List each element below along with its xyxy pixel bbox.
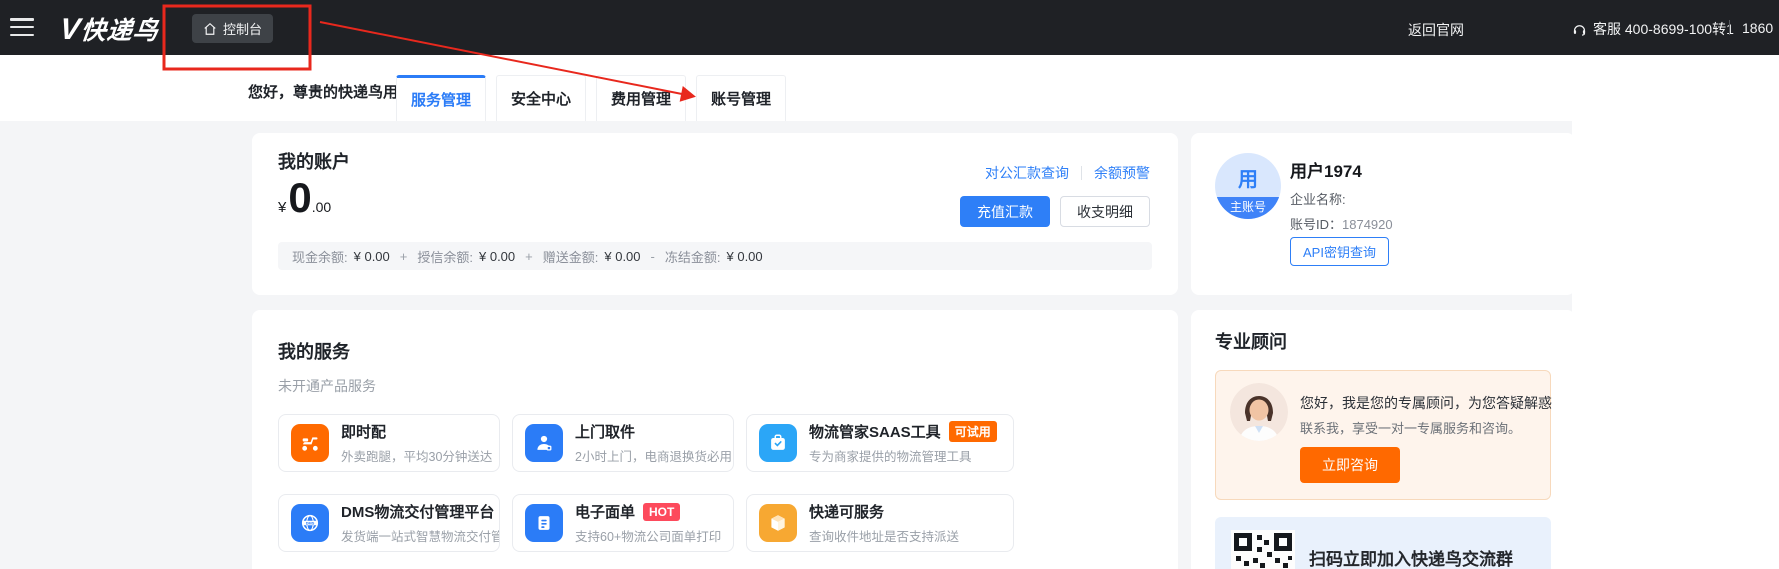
services-grid: 即时配 外卖跑腿，平均30分钟送达 上门取件 2小时上门，电商退换货必用 (278, 414, 1014, 552)
document-icon (525, 504, 563, 542)
advisor-line1: 您好，我是您的专属顾问，为您答疑解惑 (1300, 393, 1552, 413)
balance-integer: 0 (288, 177, 311, 219)
my-account-card: 我的账户 对公汇款查询 余额预警 ¥ 0 .00 充值汇款 收支明细 现金余额:… (252, 133, 1178, 295)
frozen-amount-value: ¥ 0.00 (727, 249, 763, 264)
service-text: 上门取件 2小时上门，电商退换货必用 (575, 421, 732, 465)
service-name: 即时配 (341, 421, 386, 442)
operator: + (525, 249, 533, 264)
avatar-char: 用 (1215, 163, 1281, 192)
top-header: V快递鸟 控制台 返回官网 客服 400-8699-100转1 1860 (0, 0, 1779, 55)
advisor-avatar (1230, 383, 1288, 441)
service-text: 即时配 外卖跑腿，平均30分钟送达 (341, 421, 492, 465)
account-id-value: 1874920 (1342, 217, 1393, 232)
tab-account-management[interactable]: 账号管理 (696, 75, 786, 121)
tab-service-management[interactable]: 服务管理 (396, 75, 486, 121)
service-name: 上门取件 (575, 421, 635, 442)
consult-now-button[interactable]: 立即咨询 (1300, 447, 1400, 483)
header-right: 返回官网 客服 400-8699-100转1 1860 (0, 0, 1779, 55)
account-phone-text[interactable]: 1860 (1742, 20, 1773, 36)
service-text: 电子面单 HOT 支持60+物流公司面单打印 (575, 501, 721, 545)
tab-fee-management[interactable]: 费用管理 (596, 75, 686, 121)
qr-code (1231, 530, 1295, 569)
advisor-line2: 联系我，享受一对一专属服务和咨询。 (1300, 418, 1521, 437)
company-name-label: 企业名称: (1290, 189, 1346, 208)
credit-balance-value: ¥ 0.00 (479, 249, 515, 264)
service-desc: 查询收件地址是否支持派送 (809, 526, 959, 545)
link-divider (1081, 166, 1082, 180)
person-icon (525, 424, 563, 462)
frozen-amount-label: 冻结金额: (665, 247, 721, 266)
my-services-card: 我的服务 未开通产品服务 即时配 外卖跑腿，平均30分钟送达 (252, 310, 1178, 569)
account-links: 对公汇款查询 余额预警 (985, 163, 1150, 183)
account-buttons: 充值汇款 收支明细 (960, 196, 1150, 227)
advisor-card: 专业顾问 您好，我是您的专属顾问，为您答疑解惑 (1191, 310, 1572, 569)
service-name: 快递可服务 (809, 501, 884, 522)
account-id-label: 账号ID： (1290, 217, 1342, 232)
service-desc: 外卖跑腿，平均30分钟送达 (341, 446, 492, 465)
headset-icon (1572, 22, 1587, 37)
service-item-instant-delivery[interactable]: 即时配 外卖跑腿，平均30分钟送达 (278, 414, 500, 472)
balance-alert-link[interactable]: 余额预警 (1094, 163, 1150, 183)
svg-text:DMS: DMS (306, 521, 315, 525)
user-info-card: 用 主账号 用户1974 企业名称: 账号ID：1874920 API密钥查询 (1191, 133, 1572, 295)
briefcase-icon (759, 424, 797, 462)
service-text: DMS物流交付管理平台 可试用 发货端一站式智慧物流交付管理和... (341, 501, 500, 545)
corporate-remittance-link[interactable]: 对公汇款查询 (985, 163, 1069, 183)
gift-amount-value: ¥ 0.00 (604, 249, 640, 264)
service-text: 物流管家SAAS工具 可试用 专为商家提供的物流管理工具 (809, 421, 997, 465)
dashboard-screen: V快递鸟 控制台 返回官网 客服 400-8699-100转1 1860 您好，… (0, 0, 1779, 569)
account-id-row: 账号ID：1874920 (1290, 214, 1393, 233)
qr-group-box: 扫码立即加入快递鸟交流群 (1215, 517, 1551, 569)
service-item-saas-tool[interactable]: 物流管家SAAS工具 可试用 专为商家提供的物流管理工具 (746, 414, 1014, 472)
service-hotline-text: 客服 400-8699-100转1 (1593, 19, 1734, 39)
main-content: 我的账户 对公汇款查询 余额预警 ¥ 0 .00 充值汇款 收支明细 现金余额:… (0, 121, 1572, 569)
gift-amount-label: 赠送金额: (543, 247, 599, 266)
user-name: 用户1974 (1290, 157, 1362, 182)
balance-decimal: .00 (312, 199, 331, 215)
operator: - (651, 249, 655, 264)
currency-symbol: ¥ (278, 199, 286, 216)
income-expense-button[interactable]: 收支明细 (1060, 196, 1150, 227)
services-title: 我的服务 (278, 338, 350, 364)
api-key-query-button[interactable]: API密钥查询 (1290, 237, 1389, 266)
service-item-door-pickup[interactable]: 上门取件 2小时上门，电商退换货必用 (512, 414, 734, 472)
service-item-delivery-coverage[interactable]: 快递可服务 查询收件地址是否支持派送 (746, 494, 1014, 552)
qr-text: 扫码立即加入快递鸟交流群 (1309, 545, 1513, 569)
service-text: 快递可服务 查询收件地址是否支持派送 (809, 501, 959, 545)
advisor-contact-box: 您好，我是您的专属顾问，为您答疑解惑 联系我，享受一对一专属服务和咨询。 立即咨… (1215, 370, 1551, 500)
header-divider (1729, 20, 1730, 35)
cash-balance-label: 现金余额: (292, 247, 348, 266)
service-desc: 发货端一站式智慧物流交付管理和... (341, 526, 500, 545)
tab-bar: 您好，尊贵的快递鸟用户！ 服务管理 安全中心 费用管理 账号管理 (0, 55, 1779, 121)
service-desc: 专为商家提供的物流管理工具 (809, 446, 997, 465)
main-account-tag: 主账号 (1215, 197, 1281, 219)
operator: + (400, 249, 408, 264)
service-name: DMS物流交付管理平台 (341, 501, 494, 522)
recharge-button[interactable]: 充值汇款 (960, 196, 1050, 227)
service-name: 电子面单 (575, 501, 635, 522)
advisor-title: 专业顾问 (1215, 328, 1287, 354)
hot-badge: HOT (643, 503, 680, 521)
account-balance: ¥ 0 .00 (278, 177, 331, 219)
back-to-site-link[interactable]: 返回官网 (1408, 20, 1464, 40)
scooter-icon (291, 424, 329, 462)
tab-security-center[interactable]: 安全中心 (496, 75, 586, 121)
tabs: 服务管理 安全中心 费用管理 账号管理 (396, 75, 786, 121)
service-name: 物流管家SAAS工具 (809, 421, 941, 442)
services-subtitle: 未开通产品服务 (278, 376, 376, 396)
customer-service[interactable]: 客服 400-8699-100转1 (1572, 19, 1734, 39)
trial-badge: 可试用 (949, 421, 997, 442)
service-desc: 支持60+物流公司面单打印 (575, 526, 721, 545)
avatar: 用 主账号 (1215, 153, 1281, 219)
package-icon (759, 504, 797, 542)
balance-breakdown: 现金余额:¥ 0.00+ 授信余额:¥ 0.00+ 赠送金额:¥ 0.00- 冻… (278, 242, 1152, 270)
service-item-e-waybill[interactable]: 电子面单 HOT 支持60+物流公司面单打印 (512, 494, 734, 552)
service-desc: 2小时上门，电商退换货必用 (575, 446, 732, 465)
globe-icon: DMS (291, 504, 329, 542)
cash-balance-value: ¥ 0.00 (354, 249, 390, 264)
account-title: 我的账户 (278, 148, 350, 174)
credit-balance-label: 授信余额: (417, 247, 473, 266)
service-item-dms-platform[interactable]: DMS DMS物流交付管理平台 可试用 发货端一站式智慧物流交付管理和... (278, 494, 500, 552)
